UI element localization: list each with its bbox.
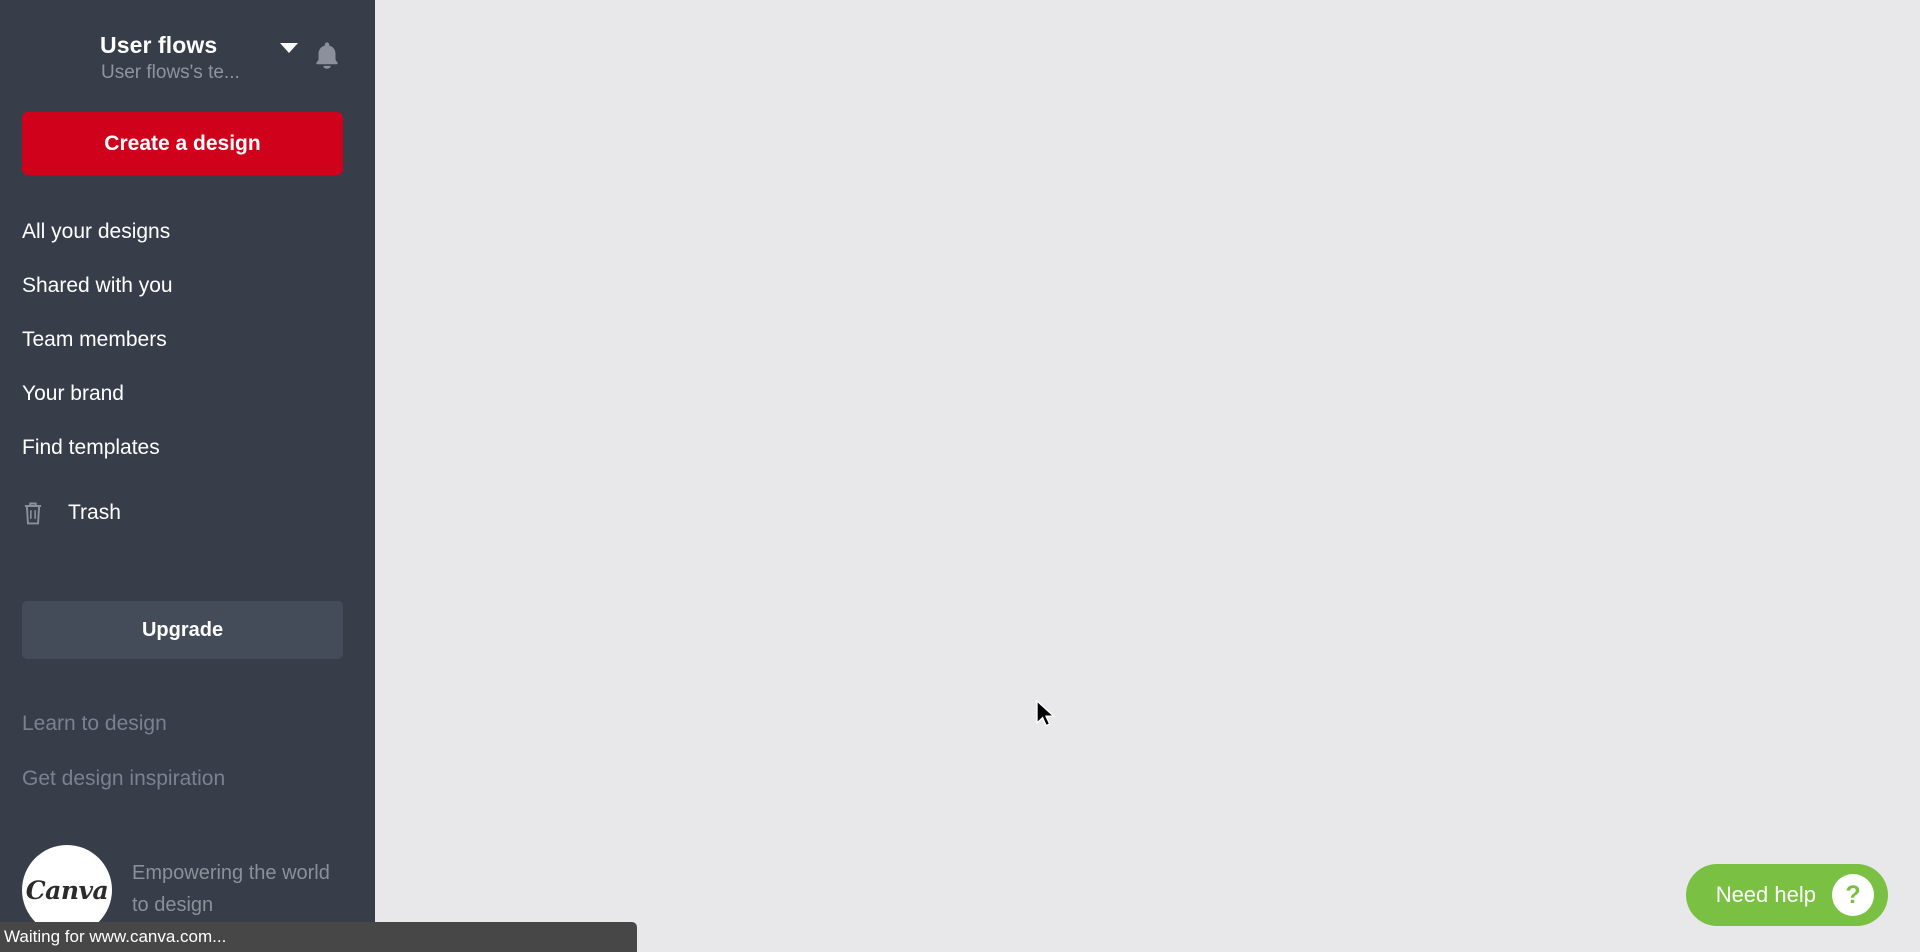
sidebar-item-trash-label: Trash (68, 501, 121, 524)
sidebar-item-find-templates[interactable]: Find templates (0, 421, 375, 475)
sidebar-item-get-design-inspiration[interactable]: Get design inspiration (22, 767, 225, 791)
question-mark-icon: ? (1832, 874, 1874, 916)
need-help-button[interactable]: Need help ? (1685, 864, 1888, 926)
upgrade-button[interactable]: Upgrade (22, 601, 343, 659)
sidebar: User flows User flows's te... Create a d… (0, 0, 375, 952)
sidebar-item-all-your-designs[interactable]: All your designs (0, 205, 375, 259)
canva-wordmark: Canva (25, 875, 109, 905)
browser-status-bar: Waiting for www.canva.com... (0, 922, 637, 952)
status-bar-text: Waiting for www.canva.com... (4, 927, 227, 946)
sidebar-item-learn-to-design[interactable]: Learn to design (22, 712, 167, 736)
create-a-design-button[interactable]: Create a design (22, 112, 343, 175)
sidebar-item-shared-with-you[interactable]: Shared with you (0, 259, 375, 313)
primary-nav: All your designs Shared with you Team me… (0, 205, 375, 475)
team-name: User flows (100, 32, 218, 58)
main-content-area: Need help ? (375, 0, 1920, 952)
chevron-down-icon[interactable] (280, 43, 298, 53)
team-switcher[interactable]: User flows User flows's te... (0, 14, 375, 83)
need-help-label: Need help (1715, 882, 1816, 907)
bell-icon[interactable] (310, 39, 344, 73)
team-subtitle: User flows's te... (101, 62, 240, 83)
canva-homepage: User flows User flows's te... Create a d… (0, 0, 1920, 952)
trash-icon (24, 502, 42, 525)
brand-tagline: Empowering the world to design (132, 862, 330, 916)
sidebar-item-trash[interactable]: Trash (0, 490, 375, 536)
sidebar-item-team-members[interactable]: Team members (0, 313, 375, 367)
sidebar-item-your-brand[interactable]: Your brand (0, 367, 375, 421)
